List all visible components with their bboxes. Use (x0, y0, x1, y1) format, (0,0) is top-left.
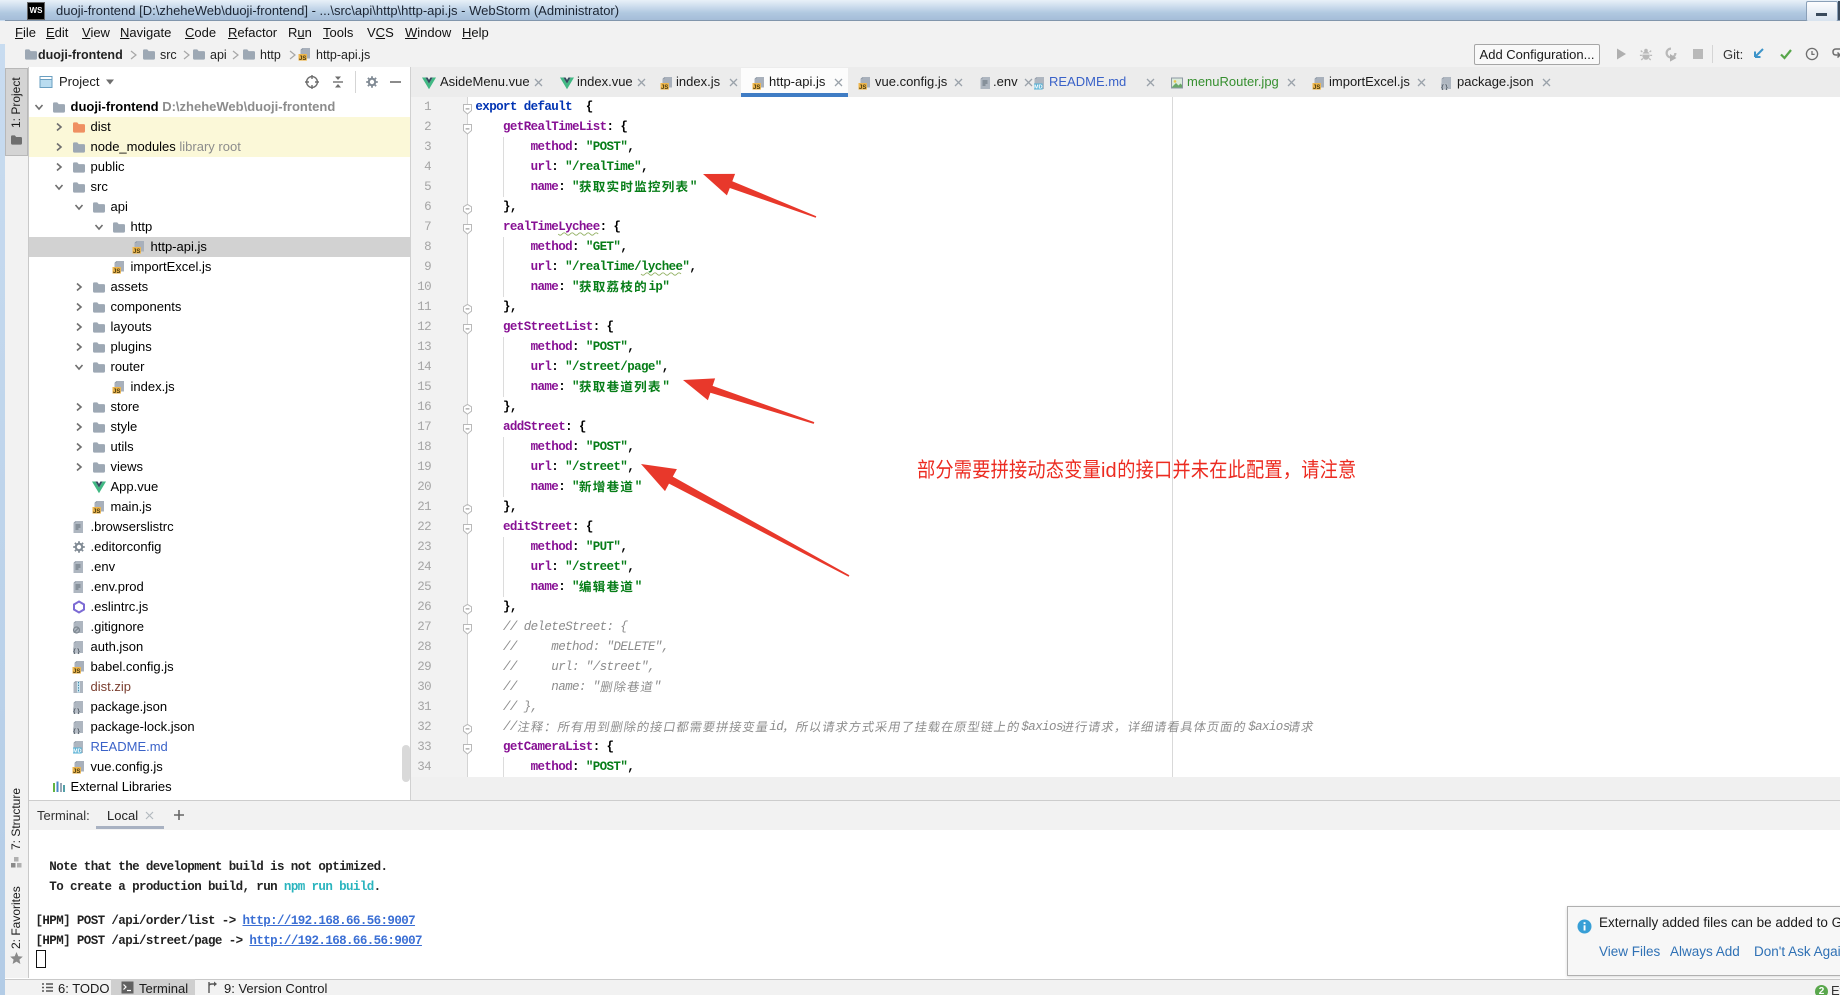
svg-text:JS: JS (859, 85, 866, 90)
svg-text:{}: {} (73, 648, 81, 654)
svg-text:MD: MD (1034, 85, 1042, 90)
svg-text:{}: {} (73, 708, 81, 714)
svg-text:JS: JS (73, 669, 80, 674)
svg-text:MD: MD (73, 749, 81, 754)
svg-text:JS: JS (113, 389, 120, 394)
svg-text:JS: JS (299, 56, 306, 61)
svg-text:{}: {} (1441, 84, 1449, 90)
svg-text:JS: JS (661, 85, 668, 90)
svg-text:JS: JS (93, 509, 100, 514)
svg-text:JS: JS (113, 269, 120, 274)
svg-text:{}: {} (73, 728, 81, 734)
svg-text:JS: JS (73, 769, 80, 774)
svg-text:JS: JS (133, 249, 140, 254)
svg-text:JS: JS (753, 85, 760, 90)
svg-text:JS: JS (1313, 85, 1320, 90)
